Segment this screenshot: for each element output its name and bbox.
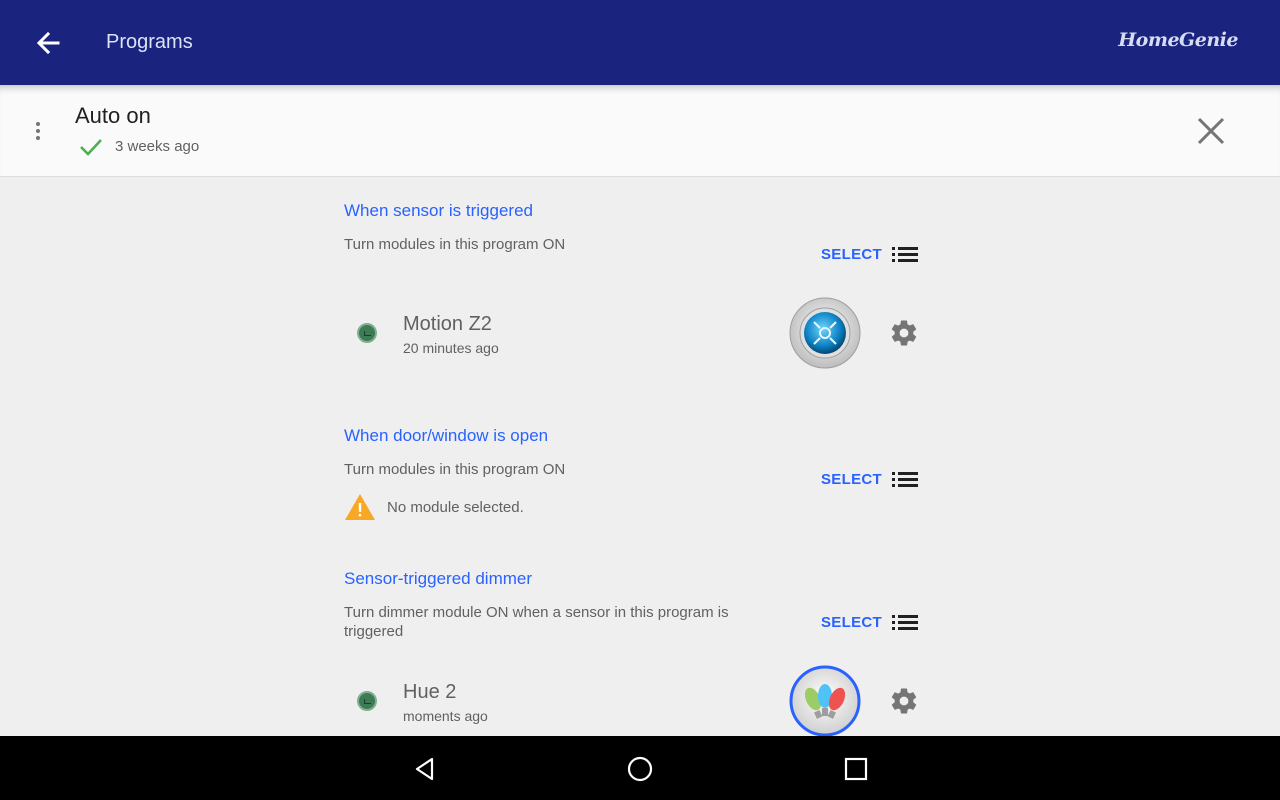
select-button-door[interactable]: SELECT	[821, 471, 882, 488]
section-desc-dimmer: Turn dimmer module ON when a sensor in t…	[344, 604, 729, 640]
color-bulbs-icon[interactable]	[789, 665, 861, 737]
gear-icon[interactable]	[889, 686, 919, 716]
system-nav-bar	[0, 736, 1280, 800]
nav-back-icon[interactable]	[410, 754, 440, 784]
gear-icon[interactable]	[889, 318, 919, 348]
close-icon[interactable]	[1193, 113, 1229, 149]
module-name: Motion Z2	[403, 313, 492, 335]
program-header: Auto on 3 weeks ago	[0, 85, 1280, 177]
select-button-sensor[interactable]: SELECT	[821, 246, 882, 263]
section-title-dimmer: Sensor-triggered dimmer	[344, 569, 533, 588]
brand-logo: HomeGenie	[1118, 29, 1238, 51]
nav-recents-icon[interactable]	[841, 754, 871, 784]
module-time: moments ago	[403, 708, 488, 724]
app-bar: Programs HomeGenie	[0, 0, 1280, 85]
motion-sensor-icon[interactable]	[789, 297, 861, 369]
module-time: 20 minutes ago	[403, 340, 499, 356]
checkmark-icon	[80, 139, 102, 156]
warning-icon	[345, 494, 375, 520]
list-icon[interactable]	[892, 245, 918, 263]
program-last-run: 3 weeks ago	[115, 138, 200, 155]
no-module-warning: No module selected.	[387, 499, 524, 516]
section-title-sensor: When sensor is triggered	[344, 201, 533, 220]
module-name: Hue 2	[403, 681, 457, 703]
select-button-dimmer[interactable]: SELECT	[821, 614, 882, 631]
module-status-dot	[357, 323, 377, 343]
section-title-door: When door/window is open	[344, 426, 549, 445]
list-icon[interactable]	[892, 613, 918, 631]
section-desc-door: Turn modules in this program ON	[344, 461, 566, 478]
nav-home-icon[interactable]	[625, 754, 655, 784]
more-vert-icon[interactable]	[26, 119, 50, 143]
arrow-back-icon[interactable]	[30, 26, 66, 60]
page-title: Programs	[106, 31, 193, 53]
section-desc-sensor: Turn modules in this program ON	[344, 236, 566, 253]
module-status-dot	[357, 691, 377, 711]
program-name: Auto on	[75, 103, 151, 128]
list-icon[interactable]	[892, 470, 918, 488]
